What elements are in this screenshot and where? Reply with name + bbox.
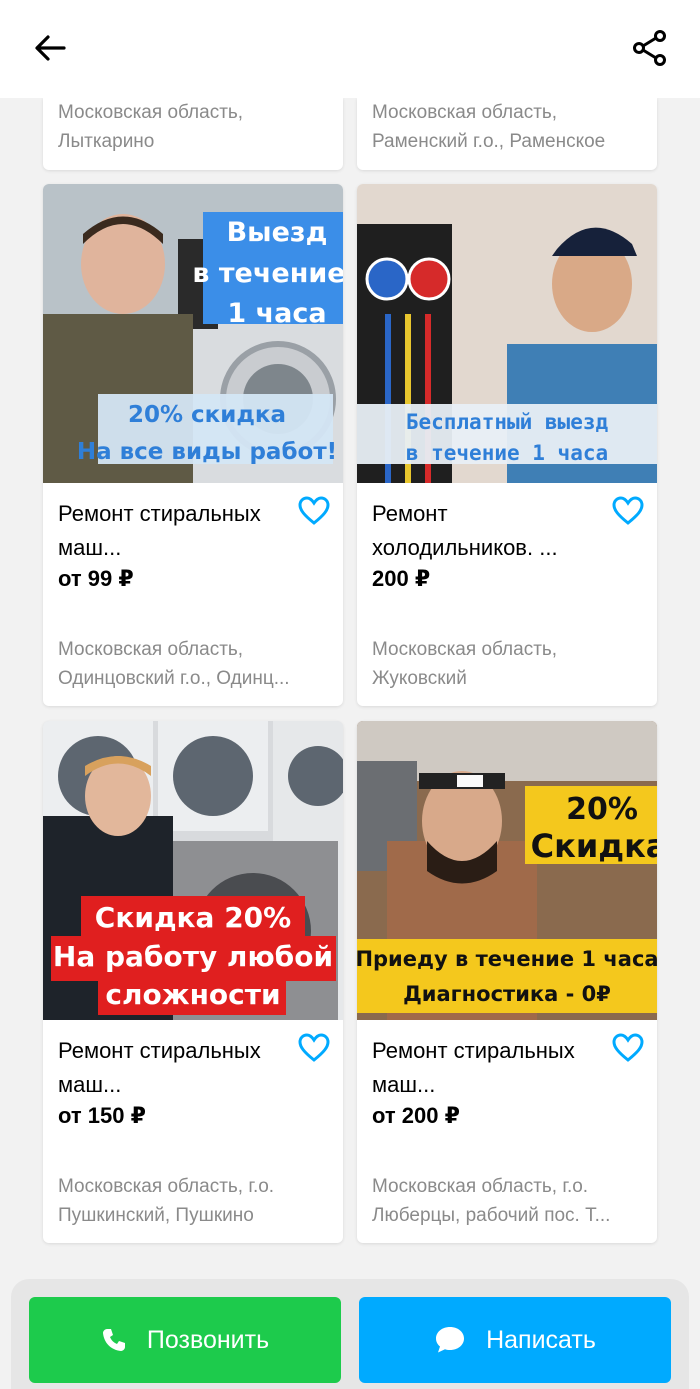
overlay-text: Диагностика - 0₽ <box>403 982 611 1006</box>
listing-title: Ремонт стиральных маш... <box>58 501 261 560</box>
listing-title: Ремонт стиральных маш... <box>372 1038 575 1097</box>
listing-price: 200 ₽ <box>372 566 431 591</box>
heart-icon <box>298 1033 330 1062</box>
message-button[interactable]: Написать <box>359 1297 671 1383</box>
heart-icon <box>612 496 644 525</box>
listing-card[interactable]: Выезд в течение 1 часа 20% скидка На все… <box>43 184 343 706</box>
overlay-text: На работу любой <box>53 940 333 973</box>
listing-location: Московская область, Раменский г.о., Раме… <box>372 102 606 152</box>
overlay-text: сложности <box>105 978 280 1011</box>
message-button-label: Написать <box>486 1325 596 1354</box>
back-button[interactable] <box>30 28 70 68</box>
listing-location: Московская область, Лыткарино <box>58 102 244 152</box>
heart-icon <box>298 496 330 525</box>
overlay-text: 20% скидка <box>128 402 286 428</box>
overlay-text: в течение 1 часа <box>406 441 608 465</box>
overlay-text: Выезд <box>227 217 328 248</box>
listing-title: Ремонт холодильников. ... <box>372 501 558 560</box>
overlay-text: Скидка <box>531 827 657 865</box>
overlay-text: 1 часа <box>227 298 326 329</box>
favorite-button[interactable] <box>297 494 331 528</box>
listing-title: Ремонт стиральных маш... <box>58 1038 261 1097</box>
listing-price: от 99 ₽ <box>58 566 134 591</box>
call-button-label: Позвонить <box>146 1325 270 1354</box>
listing-card[interactable]: Бесплатный выезд в течение 1 часа Ремонт… <box>357 184 657 706</box>
chat-bubble-icon <box>436 1327 465 1353</box>
share-button[interactable] <box>630 28 670 68</box>
listing-card[interactable]: Скидка 20% На работу любой сложности Рем… <box>43 721 343 1243</box>
overlay-text: Бесплатный выезд <box>406 410 609 434</box>
listing-photo[interactable]: Выезд в течение 1 часа 20% скидка На все… <box>43 184 343 483</box>
listing-card-partial[interactable]: Московская область, Лыткарино <box>43 98 343 170</box>
overlay-text: в течение <box>192 258 343 289</box>
listing-location: Московская область, г.о. Пушкинский, Пуш… <box>58 1176 275 1226</box>
phone-icon <box>102 1329 125 1351</box>
share-icon <box>633 30 666 66</box>
bottom-action-bar: Позвонить Написать <box>11 1279 689 1389</box>
listing-price: от 200 ₽ <box>372 1103 460 1128</box>
overlay-text: На все виды работ! <box>77 439 337 465</box>
listing-location: Московская область, г.о. Люберцы, рабочи… <box>372 1176 611 1226</box>
favorite-button[interactable] <box>611 1031 645 1065</box>
call-button[interactable]: Позвонить <box>29 1297 341 1383</box>
listing-card[interactable]: 20% Скидка Приеду в течение 1 часа Диагн… <box>357 721 657 1243</box>
overlay-text: Скидка 20% <box>95 901 291 934</box>
listing-price: от 150 ₽ <box>58 1103 146 1128</box>
favorite-button[interactable] <box>297 1031 331 1065</box>
listing-card-partial[interactable]: Московская область, Раменский г.о., Раме… <box>357 98 657 170</box>
overlay-text: 20% <box>566 792 638 827</box>
listing-photo[interactable]: Скидка 20% На работу любой сложности <box>43 721 343 1020</box>
listing-location: Московская область, Одинцовский г.о., Од… <box>58 639 290 689</box>
top-bar <box>0 0 700 98</box>
listing-photo[interactable]: 20% Скидка Приеду в течение 1 часа Диагн… <box>357 721 657 1020</box>
listing-location: Московская область, Жуковский <box>372 639 558 689</box>
heart-icon <box>612 1033 644 1062</box>
favorite-button[interactable] <box>611 494 645 528</box>
overlay-text: Приеду в течение 1 часа <box>357 947 657 971</box>
listing-photo[interactable]: Бесплатный выезд в течение 1 часа <box>357 184 657 483</box>
arrow-left-icon <box>35 35 66 61</box>
